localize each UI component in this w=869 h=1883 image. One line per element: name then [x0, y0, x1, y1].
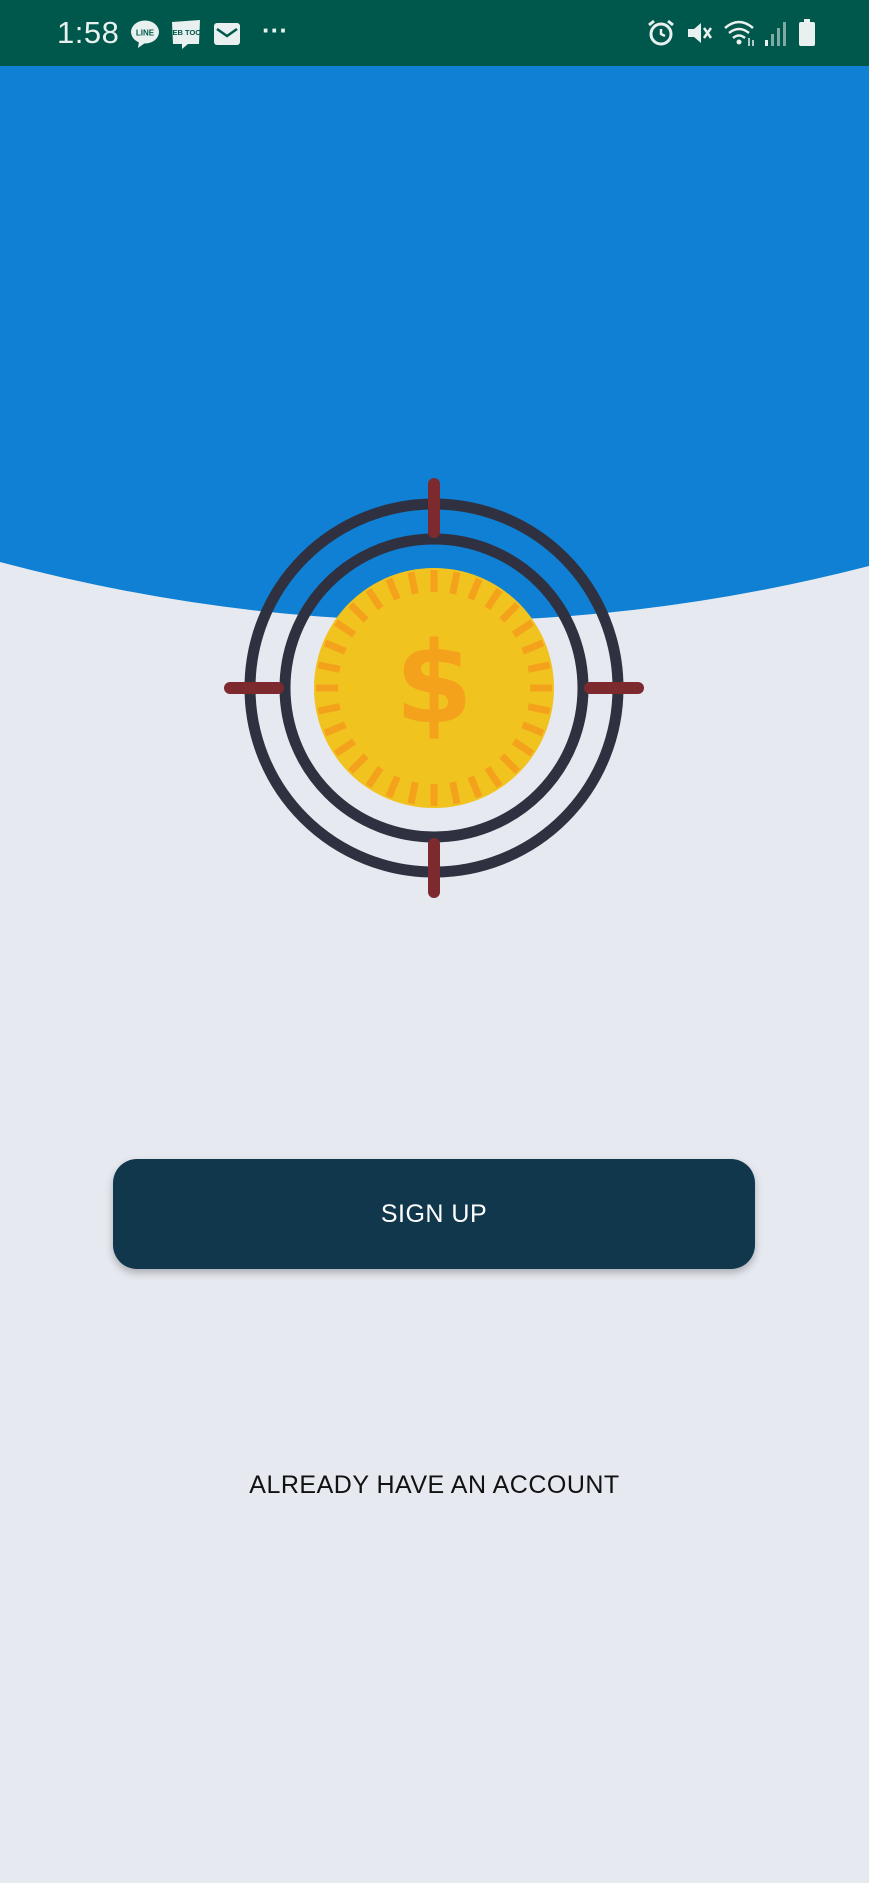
sign-up-button[interactable]: SIGN UP [113, 1159, 755, 1269]
coin-ray [407, 571, 419, 595]
coin-ray [527, 661, 551, 673]
coin-ray [527, 703, 551, 715]
coin-ray [407, 781, 419, 805]
already-have-account-link[interactable]: ALREADY HAVE AN ACCOUNT [0, 1468, 869, 1502]
coin-ray [449, 781, 461, 805]
dollar-sign: $ [395, 619, 473, 749]
coin-ray [317, 703, 341, 715]
coin-ray [449, 571, 461, 595]
target-coin-icon: $ [224, 478, 644, 898]
coin-ray [317, 661, 341, 673]
